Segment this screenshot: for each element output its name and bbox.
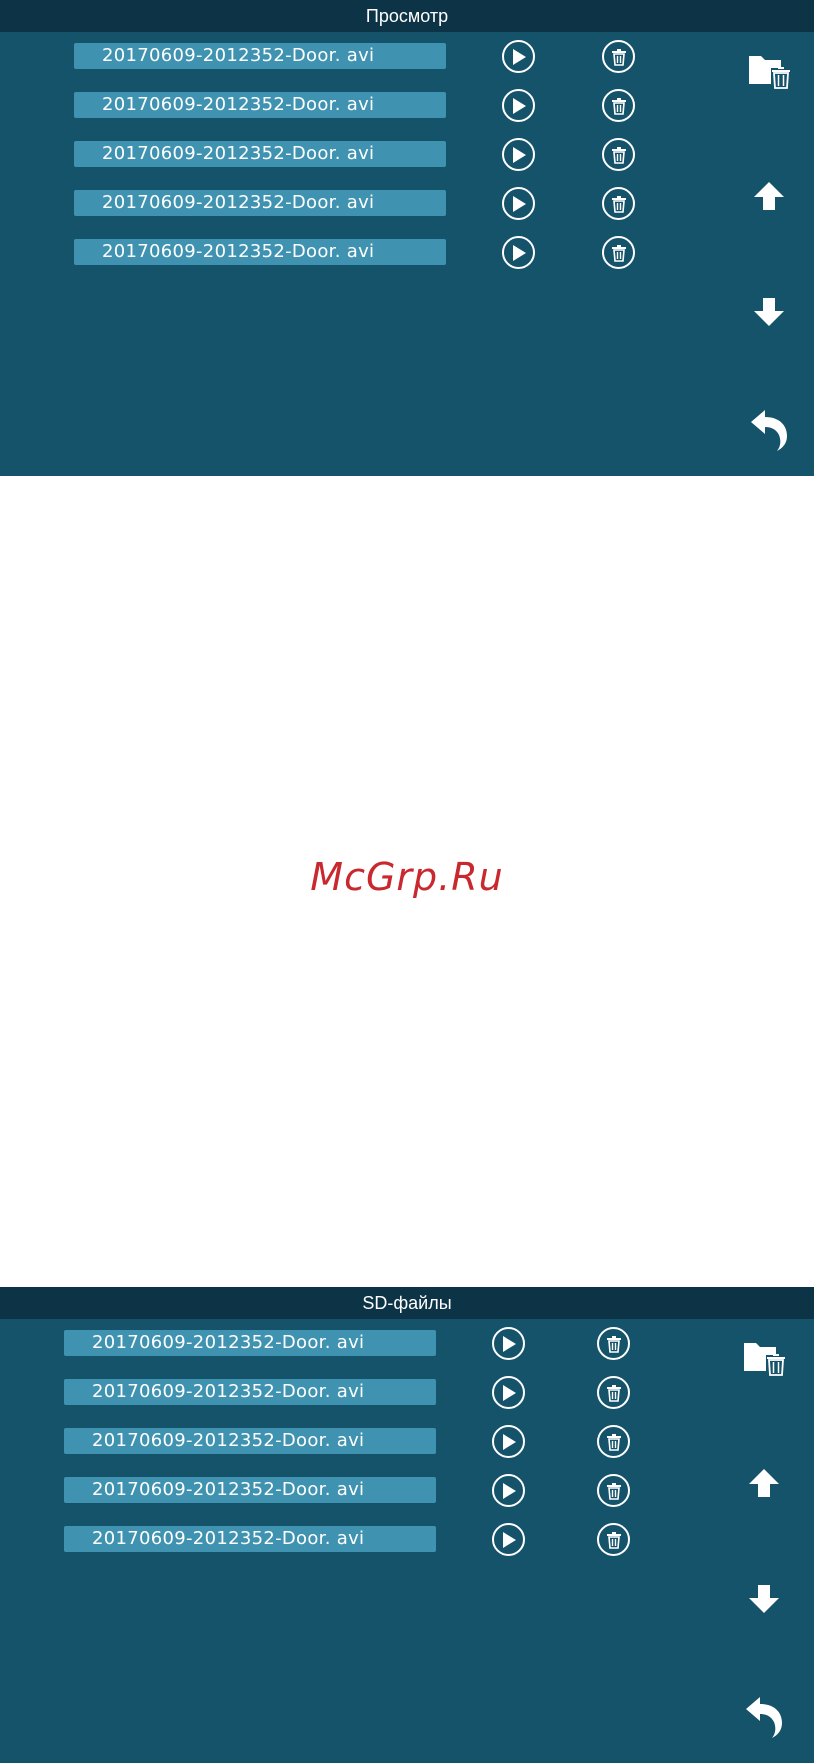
back-icon: [746, 1697, 782, 1738]
watermark-text: McGrp.Ru: [310, 855, 504, 899]
file-row: 20170609-2012352-Door. avi: [0, 1515, 700, 1559]
playback-panel: Просмотр 20170609-2012352-Door. avi 2017…: [0, 0, 814, 476]
delete-button[interactable]: [597, 1474, 630, 1507]
delete-button[interactable]: [597, 1376, 630, 1409]
file-name[interactable]: 20170609-2012352-Door. avi: [74, 239, 446, 265]
trash-icon: [606, 1482, 621, 1500]
file-name[interactable]: 20170609-2012352-Door. avi: [74, 141, 446, 167]
sd-files-panel: SD-файлы 20170609-2012352-Door. avi 2017…: [0, 1287, 814, 1763]
play-button[interactable]: [492, 1327, 525, 1360]
delete-button[interactable]: [597, 1425, 630, 1458]
file-row: 20170609-2012352-Door. avi: [0, 1368, 700, 1412]
file-name[interactable]: 20170609-2012352-Door. avi: [64, 1428, 436, 1454]
trash-icon: [606, 1384, 621, 1402]
delete-button[interactable]: [602, 236, 635, 269]
delete-all-button[interactable]: [742, 1335, 786, 1379]
trash-icon: [611, 97, 626, 115]
folder-delete-icon: [749, 56, 790, 89]
play-icon: [512, 48, 526, 65]
arrow-down-icon: [749, 1585, 779, 1613]
play-icon: [502, 1482, 516, 1499]
delete-button[interactable]: [602, 187, 635, 220]
file-name[interactable]: 20170609-2012352-Door. avi: [64, 1477, 436, 1503]
delete-button[interactable]: [602, 89, 635, 122]
play-button[interactable]: [492, 1425, 525, 1458]
scroll-down-button[interactable]: [747, 290, 791, 334]
file-row: 20170609-2012352-Door. avi: [0, 32, 700, 76]
play-icon: [512, 195, 526, 212]
back-button[interactable]: [747, 408, 791, 452]
delete-button[interactable]: [597, 1523, 630, 1556]
trash-icon: [611, 146, 626, 164]
file-row: 20170609-2012352-Door. avi: [0, 130, 700, 174]
play-icon: [502, 1384, 516, 1401]
delete-button[interactable]: [597, 1327, 630, 1360]
play-icon: [512, 97, 526, 114]
play-button[interactable]: [502, 187, 535, 220]
trash-icon: [606, 1531, 621, 1549]
file-row: 20170609-2012352-Door. avi: [0, 1466, 700, 1510]
play-button[interactable]: [492, 1523, 525, 1556]
file-name[interactable]: 20170609-2012352-Door. avi: [74, 190, 446, 216]
file-name[interactable]: 20170609-2012352-Door. avi: [74, 92, 446, 118]
play-button[interactable]: [502, 40, 535, 73]
play-button[interactable]: [502, 236, 535, 269]
delete-all-button[interactable]: [747, 48, 791, 92]
play-button[interactable]: [502, 89, 535, 122]
arrow-up-icon: [754, 182, 784, 210]
play-icon: [502, 1335, 516, 1352]
panel-title: Просмотр: [0, 0, 814, 32]
folder-delete-icon: [744, 1343, 785, 1376]
file-row: 20170609-2012352-Door. avi: [0, 1319, 700, 1363]
panel-title: SD-файлы: [0, 1287, 814, 1319]
trash-icon: [606, 1335, 621, 1353]
scroll-down-button[interactable]: [742, 1577, 786, 1621]
file-row: 20170609-2012352-Door. avi: [0, 228, 700, 272]
play-icon: [502, 1433, 516, 1450]
file-name[interactable]: 20170609-2012352-Door. avi: [64, 1379, 436, 1405]
trash-icon: [606, 1433, 621, 1451]
play-button[interactable]: [502, 138, 535, 171]
file-row: 20170609-2012352-Door. avi: [0, 81, 700, 125]
scroll-up-button[interactable]: [742, 1461, 786, 1505]
scroll-up-button[interactable]: [747, 174, 791, 218]
delete-button[interactable]: [602, 40, 635, 73]
file-name[interactable]: 20170609-2012352-Door. avi: [74, 43, 446, 69]
trash-icon: [611, 195, 626, 213]
arrow-up-icon: [749, 1469, 779, 1497]
file-row: 20170609-2012352-Door. avi: [0, 1417, 700, 1461]
play-icon: [512, 244, 526, 261]
delete-button[interactable]: [602, 138, 635, 171]
trash-icon: [611, 244, 626, 262]
file-name[interactable]: 20170609-2012352-Door. avi: [64, 1526, 436, 1552]
trash-icon: [611, 48, 626, 66]
back-icon: [751, 410, 787, 451]
play-icon: [502, 1531, 516, 1548]
play-button[interactable]: [492, 1474, 525, 1507]
file-name[interactable]: 20170609-2012352-Door. avi: [64, 1330, 436, 1356]
arrow-down-icon: [754, 298, 784, 326]
back-button[interactable]: [742, 1695, 786, 1739]
file-row: 20170609-2012352-Door. avi: [0, 179, 700, 223]
play-icon: [512, 146, 526, 163]
play-button[interactable]: [492, 1376, 525, 1409]
